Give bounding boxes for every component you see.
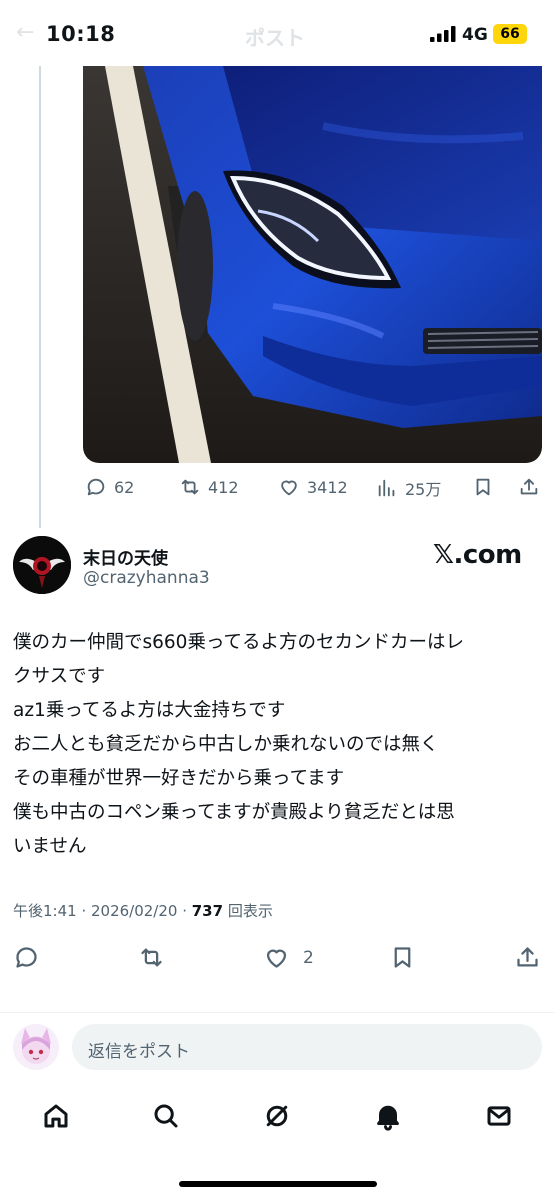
post-text-line: az1乗ってるよ方は大金持ちです: [13, 700, 286, 721]
bookmark-icon: [476, 478, 490, 496]
parent-repost-button[interactable]: 412: [179, 476, 239, 498]
parent-like-count: 3412: [307, 477, 348, 497]
post-metadata: 午後1:41 · 2026/02/20 · 737 回表示: [13, 900, 273, 921]
header-title: ポスト: [245, 26, 305, 50]
notifications-icon: [377, 1105, 399, 1131]
reply-icon: [87, 478, 105, 496]
signal-icon: [430, 26, 456, 42]
reply-icon: [16, 947, 37, 968]
nav-search[interactable]: [151, 1101, 181, 1135]
home-icon: [44, 1104, 68, 1128]
parent-reply-button[interactable]: 62: [85, 476, 134, 498]
nav-notifications[interactable]: [373, 1101, 403, 1135]
author-handle[interactable]: @crazyhanna3: [83, 568, 210, 588]
like-icon: [281, 480, 297, 496]
bookmark-button[interactable]: [389, 944, 416, 971]
nav-home[interactable]: [41, 1101, 71, 1135]
post-image[interactable]: [83, 66, 542, 463]
share-icon: [520, 478, 538, 495]
grok-icon: [266, 1105, 288, 1127]
parent-repost-count: 412: [208, 477, 239, 497]
messages-icon: [487, 1106, 511, 1126]
post-views-count: 737: [191, 902, 224, 920]
views-icon: [378, 479, 395, 497]
post-timestamp: 午後1:41 · 2026/02/20 ·: [13, 902, 192, 920]
share-icon: [517, 947, 538, 967]
parent-like-button[interactable]: 3412: [278, 476, 348, 498]
nav-grok[interactable]: [262, 1101, 292, 1135]
thread-line: [39, 66, 41, 528]
nav-messages[interactable]: [484, 1101, 514, 1135]
post-text-line: 僕のカー仲間でs660乗ってるよ方のセカンドカーはレ: [13, 632, 465, 653]
author-name[interactable]: 末日の天使: [83, 544, 168, 569]
post-text-line: その車種が世界一好きだから乗ってます: [13, 768, 345, 789]
like-icon: [266, 949, 287, 968]
post-text-line: いません: [13, 836, 87, 857]
post-views-label: 回表示: [223, 902, 273, 920]
status-time: 10:18: [46, 22, 116, 46]
network-label: 4G: [462, 25, 488, 45]
battery-indicator: 66: [493, 24, 527, 44]
x-com-logo: 𝕏.com: [433, 540, 522, 570]
home-indicator: [179, 1181, 377, 1187]
parent-views-count: 25万: [405, 480, 442, 499]
like-count: 2: [303, 947, 314, 968]
parent-share-button[interactable]: [518, 476, 540, 498]
repost-button[interactable]: [138, 944, 165, 971]
post-text-line: クサスです: [13, 666, 106, 687]
repost-icon: [141, 948, 162, 967]
parent-reply-count: 62: [114, 477, 135, 497]
back-arrow-icon[interactable]: ←: [16, 20, 34, 45]
bookmark-icon: [394, 947, 411, 968]
search-icon: [154, 1104, 178, 1128]
reply-placeholder: 返信をポスト: [88, 1042, 190, 1062]
repost-icon: [181, 479, 199, 495]
reply-button[interactable]: [13, 944, 40, 971]
parent-bookmark-button[interactable]: [472, 476, 494, 498]
share-button[interactable]: [514, 944, 541, 971]
parent-views-button[interactable]: 25万: [376, 476, 441, 500]
current-user-avatar[interactable]: [13, 1024, 59, 1070]
post-text-line: お二人とも貧乏だから中古しか乗れないのでは無く: [13, 734, 439, 755]
author-avatar[interactable]: [13, 536, 71, 594]
divider: [0, 1012, 555, 1013]
like-button[interactable]: 2: [263, 944, 314, 971]
post-text: 僕のカー仲間でs660乗ってるよ方のセカンドカーはレ クサスです az1乗ってる…: [13, 626, 533, 864]
post-text-line: 僕も中古のコペン乗ってますが貴殿より貧乏だとは思: [13, 802, 455, 823]
